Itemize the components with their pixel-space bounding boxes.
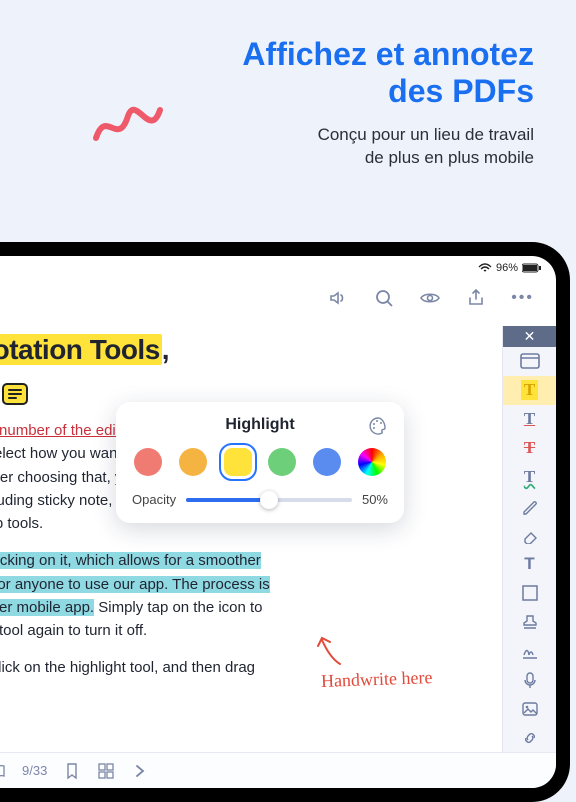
promo-sub-l2: de plus en plus mobile xyxy=(365,148,534,167)
swatch-red[interactable] xyxy=(134,448,162,476)
popup-title: Highlight xyxy=(132,416,388,434)
search-icon[interactable] xyxy=(373,287,395,309)
doc-p2-tail: Simply tap on the icon to xyxy=(94,599,262,616)
doc-p1-l5: amp tools. xyxy=(0,515,43,532)
highlight-popup: Highlight Opacity 50% xyxy=(116,402,404,523)
bookmark-icon[interactable] xyxy=(63,762,81,780)
sidebar-underline-tool[interactable]: T xyxy=(503,405,556,434)
doc-p2-h3: eader mobile app. xyxy=(0,599,94,616)
doc-p2-l4: the tool again to turn it off. xyxy=(0,622,147,639)
handwrite-annotation: Handwrite here xyxy=(320,664,432,696)
sidebar-squiggly-tool[interactable]: T xyxy=(503,463,556,492)
sidebar-link-tool[interactable] xyxy=(503,723,556,752)
book-icon[interactable] xyxy=(0,762,6,780)
doc-title: notation Tools, y xyxy=(0,334,169,405)
wifi-icon xyxy=(478,263,492,273)
swatch-blue[interactable] xyxy=(313,448,341,476)
doc-p2-h2: sy for anyone to use our app. The proces… xyxy=(0,576,270,593)
promo-headline-l1: Affichez et annotez xyxy=(242,36,534,72)
doc-title-highlighted: notation Tools xyxy=(0,334,162,365)
next-icon[interactable] xyxy=(131,762,149,780)
sidebar-ink-tool[interactable] xyxy=(503,492,556,521)
doc-p1-l3: . After choosing that, y xyxy=(0,469,122,486)
battery-pct: 96% xyxy=(496,262,518,274)
color-swatches xyxy=(134,448,386,476)
doc-p1-underlined: d a number of the editi xyxy=(0,422,123,439)
swatch-green[interactable] xyxy=(268,448,296,476)
tablet-screen: 96% ••• notation Tools, y d a number of … xyxy=(0,256,556,788)
opacity-row: Opacity 50% xyxy=(132,492,388,507)
opacity-slider-thumb[interactable] xyxy=(260,491,278,509)
sidebar-eraser-tool[interactable] xyxy=(503,521,556,550)
thumbnails-icon[interactable] xyxy=(97,762,115,780)
sidebar-signature-tool[interactable] xyxy=(503,636,556,665)
promo-sub-l1: Conçu pour un lieu de travail xyxy=(318,125,534,144)
opacity-slider[interactable] xyxy=(186,498,352,502)
tablet-frame: 96% ••• notation Tools, y d a number of … xyxy=(0,242,570,802)
opacity-value: 50% xyxy=(362,492,388,507)
sidebar-audio-tool[interactable] xyxy=(503,665,556,694)
swatch-custom[interactable] xyxy=(358,448,386,476)
doc-title-tail: , xyxy=(162,334,169,365)
opacity-slider-fill xyxy=(186,498,269,502)
eye-icon[interactable] xyxy=(419,287,441,309)
annotation-sidebar: ✕ T T T T T xyxy=(502,326,556,752)
battery-icon xyxy=(522,263,542,273)
sidebar-highlight-tool[interactable]: T xyxy=(503,376,556,405)
more-icon[interactable]: ••• xyxy=(511,289,534,307)
status-bar: 96% xyxy=(478,262,542,274)
sidebar-textbox-tool[interactable]: T xyxy=(503,549,556,578)
share-icon[interactable] xyxy=(465,287,487,309)
doc-p3: e, click on the highlight tool, and then… xyxy=(0,659,255,676)
document-page[interactable]: notation Tools, y d a number of the edit… xyxy=(0,326,500,752)
sidebar-close[interactable]: ✕ xyxy=(503,326,556,347)
promo-sub: Conçu pour un lieu de travail de plus en… xyxy=(0,124,534,170)
doc-p2-h1: y clicking on it, which allows for a smo… xyxy=(0,552,261,569)
palette-icon[interactable] xyxy=(368,416,388,436)
popup-title-text: Highlight xyxy=(225,416,294,433)
sidebar-shape-tool[interactable] xyxy=(503,578,556,607)
sticky-note-icon[interactable] xyxy=(2,383,28,405)
handwrite-arrow-icon xyxy=(310,630,350,670)
promo-header: Affichez et annotez des PDFs Conçu pour … xyxy=(0,0,576,169)
sidebar-strike-tool[interactable]: T xyxy=(503,434,556,463)
doc-p1-l2: n select how you want t xyxy=(0,445,130,462)
top-toolbar: ••• xyxy=(0,278,556,318)
squiggle-decoration xyxy=(88,96,168,156)
promo-headline: Affichez et annotez des PDFs xyxy=(0,36,534,110)
opacity-label: Opacity xyxy=(132,492,176,507)
swatch-yellow[interactable] xyxy=(224,448,252,476)
promo-headline-l2: des PDFs xyxy=(388,73,534,109)
sidebar-outline-icon[interactable] xyxy=(503,347,556,376)
doc-paragraph-2: y clicking on it, which allows for a smo… xyxy=(0,549,482,642)
swatch-orange[interactable] xyxy=(179,448,207,476)
doc-p1-l4: including sticky note, h xyxy=(0,492,125,509)
sidebar-image-tool[interactable] xyxy=(503,694,556,723)
tts-icon[interactable] xyxy=(327,287,349,309)
bottom-toolbar: 9/33 xyxy=(0,752,556,788)
page-indicator[interactable]: 9/33 xyxy=(22,763,47,778)
sidebar-stamp-tool[interactable] xyxy=(503,607,556,636)
